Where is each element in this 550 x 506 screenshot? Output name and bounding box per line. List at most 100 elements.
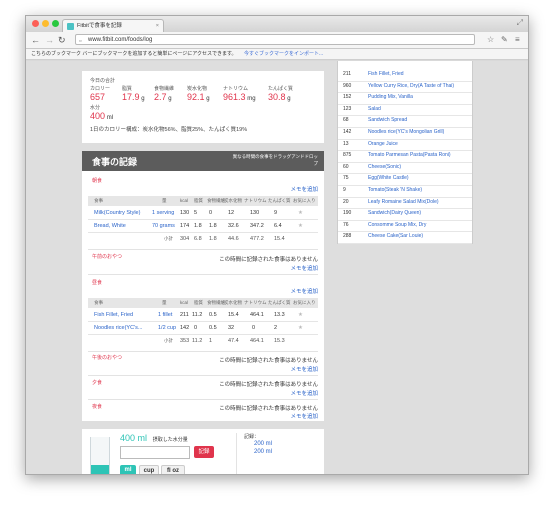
fitbit-favicon-icon (67, 23, 74, 30)
water-panel: 400 ml 摂取した水分量 記録 ml cup fl oz 記録： 200 m… (82, 429, 324, 474)
import-bookmarks-link[interactable]: 今すぐブックマークをインポート... (244, 51, 323, 57)
lunch-add-memo-link[interactable]: メモを追加 (290, 287, 318, 295)
carbs-unit: g (206, 96, 210, 102)
reload-icon[interactable]: ↻ (58, 34, 66, 46)
col-kcal: kcal (180, 198, 189, 203)
unit-cup-button[interactable]: cup (139, 465, 159, 474)
food-protein: 9 (274, 210, 278, 216)
favorite-star-icon[interactable]: ★ (298, 309, 303, 321)
protein-unit: g (287, 96, 291, 102)
favorite-star-icon[interactable]: ★ (298, 322, 303, 334)
col-fiber: 食物繊維 (207, 198, 225, 203)
zoom-window-button[interactable] (52, 20, 59, 27)
late-snack-add-memo-link[interactable]: メモを追加 (290, 412, 318, 420)
food-kcal: 211 (180, 312, 189, 318)
browser-tab[interactable]: Fitbitで食事を記録 × (62, 19, 164, 32)
fiber-value: 2.7 (154, 92, 167, 102)
food-amount-link[interactable]: 1 fillet (158, 309, 172, 321)
recent-food-calories: 142 (343, 129, 352, 135)
col-fat: 脂質 (194, 198, 203, 203)
recent-food-name-link[interactable]: Pudding Mix, Vanilla (368, 92, 413, 104)
total-fiber: 1.8 (209, 236, 217, 242)
browser-toolbar: ← → ↻ ▫ www.fitbit.com/foods/log ☆ ✎ ≡ (26, 32, 528, 49)
food-carbs: 12 (228, 210, 235, 216)
bookmark-star-icon[interactable]: ☆ (487, 34, 494, 46)
recent-food-calories: 875 (343, 152, 352, 159)
forward-icon[interactable]: → (45, 34, 54, 46)
food-fat: 1.8 (194, 223, 202, 229)
divider (88, 351, 318, 352)
col-favorite: お気に入り (293, 198, 316, 203)
minimize-window-button[interactable] (42, 20, 49, 27)
breakfast-add-memo-link[interactable]: メモを追加 (290, 185, 318, 193)
wrench-icon[interactable]: ✎ (501, 34, 508, 46)
log-water-button[interactable]: 記録 (194, 446, 214, 458)
food-name-link[interactable]: Milk(Country Style) (94, 207, 140, 219)
food-protein: 6.4 (274, 223, 282, 229)
address-bar[interactable]: ▫ www.fitbit.com/foods/log (75, 34, 475, 45)
fullscreen-icon[interactable]: ⤢ (517, 18, 523, 28)
dinner-label: 夕食 (92, 380, 103, 386)
food-name-link[interactable]: Bread, White (94, 220, 126, 232)
recent-food-name-link[interactable]: Sandwich Spread (368, 115, 407, 127)
recent-food-name-link[interactable]: Egg(White Castle) (368, 173, 409, 185)
food-carbs: 32 (228, 325, 235, 331)
calories-value: 657 (90, 92, 106, 102)
food-amount-link[interactable]: 70 grams (152, 220, 175, 232)
recent-food-name-link[interactable]: Tomato(Steak 'N Shake) (368, 185, 422, 197)
col-sodium: ナトリウム (244, 198, 267, 203)
dinner-add-memo-link[interactable]: メモを追加 (290, 389, 318, 397)
food-fat: 11.2 (192, 312, 203, 318)
col-kcal: kcal (180, 300, 189, 305)
recent-food-calories: 60 (343, 163, 349, 170)
recent-food-name-link[interactable]: Cheese Cake(Sar Louie) (368, 231, 423, 243)
recent-food-calories: 9 (343, 187, 346, 193)
recent-food-name-link[interactable]: Fish Fillet, Fried (368, 69, 404, 81)
recent-food-calories: 75 (343, 175, 349, 182)
menu-icon[interactable]: ≡ (515, 34, 520, 46)
recent-food-name-link[interactable]: Consomme Soup Mix, Dry (368, 220, 426, 232)
recent-food-name-link[interactable]: Salad (368, 104, 381, 116)
no-food-message: この時間に記録された食事はありません (219, 257, 318, 263)
breakfast-total-row: 小計 304 6.8 1.8 44.6 477.2 15.4 (88, 233, 318, 245)
recent-food-name-link[interactable]: Sandwich(Dairy Queen) (368, 208, 421, 220)
total-sodium: 477.2 (250, 236, 264, 242)
table-row[interactable]: Noodles rice(YC's... 1/2 cup 142 0 0.5 3… (88, 322, 318, 335)
water-log-entry: 200 ml (254, 449, 272, 455)
recent-food-name-link[interactable]: Yellow Curry Rice, Dry(A Taste of Thai) (368, 81, 454, 93)
recent-food-name-link[interactable]: Cheese(Sonic) (368, 162, 401, 174)
table-row[interactable]: Milk(Country Style) 1 serving 130 5 0 12… (88, 207, 318, 220)
food-fat: 5 (194, 210, 198, 216)
table-row[interactable]: Fish Fillet, Fried 1 fillet 211 11.2 0.5… (88, 309, 318, 322)
favorite-star-icon[interactable]: ★ (298, 220, 303, 232)
close-window-button[interactable] (32, 20, 39, 27)
food-amount-link[interactable]: 1 serving (152, 207, 174, 219)
unit-floz-button[interactable]: fl oz (161, 465, 185, 474)
food-log-title: 食事の記録 (92, 157, 138, 167)
food-name-link[interactable]: Noodles rice(YC's... (94, 322, 142, 334)
table-row[interactable]: Bread, White 70 grams 174 1.8 1.8 32.6 3… (88, 220, 318, 233)
water-amount-input[interactable] (120, 446, 190, 459)
afternoon-snack-add-memo-link[interactable]: メモを追加 (290, 365, 318, 373)
favorite-star-icon[interactable]: ★ (298, 207, 303, 219)
food-protein: 2 (274, 325, 278, 331)
recent-food-name-link[interactable]: Leafy Romaine Salad Mix(Dole) (368, 197, 439, 209)
lunch-total-row: 小計 353 11.2 1 47.4 464.1 15.3 (88, 335, 318, 347)
food-protein: 13.3 (274, 312, 285, 318)
water-amount: 400 ml (120, 433, 148, 443)
sodium-value: 961.3 (223, 92, 246, 102)
food-amount-link[interactable]: 1/2 cup (158, 322, 176, 334)
divider (236, 433, 237, 474)
morning-snack-add-memo-link[interactable]: メモを追加 (290, 264, 318, 272)
list-item[interactable]: 288 Cheese Cake(Sar Louie) (338, 231, 472, 244)
recent-food-name-link[interactable]: Tomato Parmesan Pasta(Pasta Roni) (368, 150, 451, 162)
divider (88, 249, 318, 250)
lunch-table-header: 食事 量 kcal 脂質 食物繊維 炭水化物 ナトリウム たんぱく質 お気に入り (88, 298, 318, 308)
bookmark-bar: こちらのブックマーク バーにブックマークを追加すると簡単にページにアクセスできま… (26, 49, 528, 60)
food-name-link[interactable]: Fish Fillet, Fried (94, 309, 133, 321)
recent-food-name-link[interactable]: Noodles rice(YC's Mongolian Grill) (368, 127, 444, 139)
unit-ml-button[interactable]: ml (120, 465, 136, 474)
recent-food-name-link[interactable]: Orange Juice (368, 139, 398, 151)
back-icon[interactable]: ← (31, 34, 40, 46)
breakfast-label: 朝食 (92, 178, 103, 184)
